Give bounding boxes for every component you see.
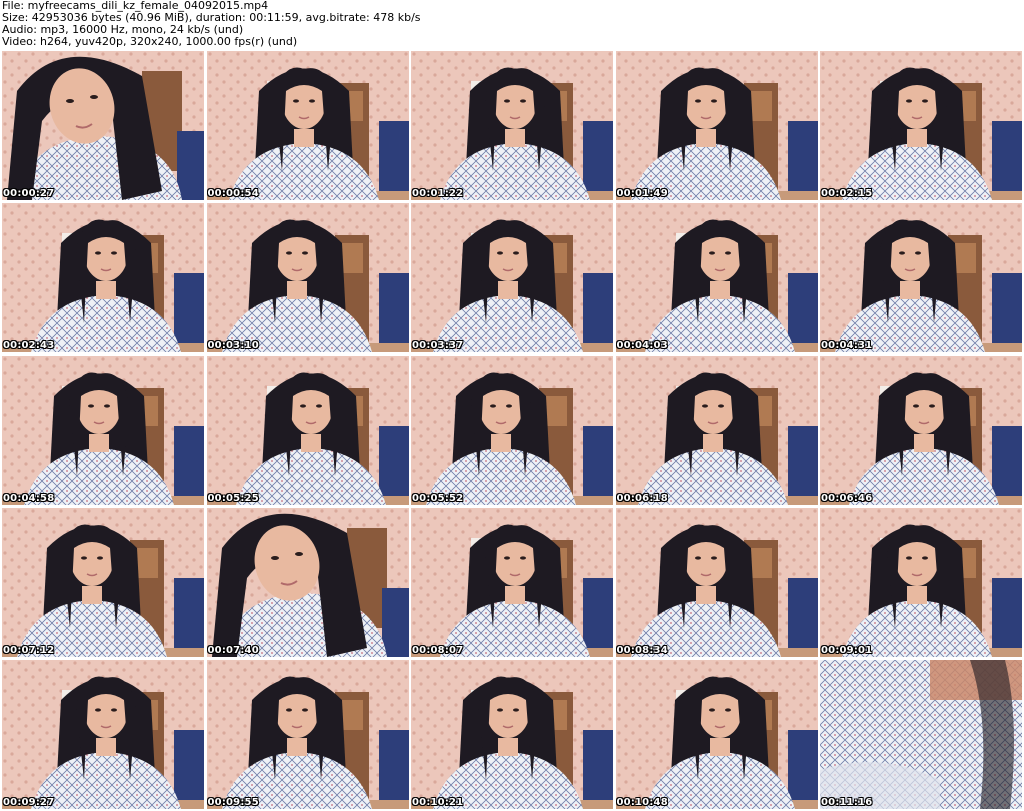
frame-timestamp: 00:10:48 [616,797,668,808]
frame-image [615,203,818,353]
frame-image [615,51,818,200]
frame-image [206,51,409,200]
frame-timestamp: 00:07:40 [207,644,259,656]
video-thumbnail: 00:09:55 [206,660,409,809]
video-thumbnail: 00:03:10 [206,203,409,353]
frame-image [206,507,409,657]
frame-image [206,660,409,809]
video-thumbnail: 00:07:12 [2,507,204,657]
video-thumbnail: 00:01:22 [411,51,613,200]
video-thumbnail: 00:09:01 [820,507,1022,657]
video-thumbnail: 00:05:25 [206,355,409,505]
video-thumbnail: 00:07:40 [206,507,409,657]
video-thumbnail: 00:06:46 [820,355,1022,505]
frame-timestamp: 00:07:12 [3,644,55,656]
frame-timestamp: 00:11:16 [821,797,873,808]
frame-timestamp: 00:03:10 [207,340,259,352]
video-thumbnail: 00:08:34 [615,507,818,657]
video-thumbnail: 00:00:54 [206,51,409,200]
video-thumbnail: 00:05:52 [411,355,613,505]
frame-timestamp: 00:04:31 [821,340,873,352]
video-thumbnail: 00:00:27 [2,51,204,200]
frame-timestamp: 00:02:15 [821,188,873,199]
frame-image [615,660,818,809]
frame-image [820,355,1022,505]
frame-timestamp: 00:03:37 [412,340,464,352]
frame-timestamp: 00:01:49 [616,188,668,199]
frame-timestamp: 00:08:07 [412,644,464,656]
frame-image [615,507,818,657]
frame-image [615,355,818,505]
frame-image [820,51,1022,200]
video-thumbnail: 00:04:03 [615,203,818,353]
frame-image [411,51,613,200]
frame-image [206,355,409,505]
frame-timestamp: 00:09:27 [3,797,55,808]
file-info-header: File: myfreecams_dili_kz_female_04092015… [2,0,1022,50]
thumbnail-grid: 00:00:27 00:00:54 00:01:22 00:01:49 00:02:15… [2,51,1022,809]
frame-image [2,660,204,809]
frame-timestamp: 00:05:52 [412,492,464,504]
video-thumbnail: 00:11:16 [820,660,1022,809]
video-thumbnail: 00:10:21 [411,660,613,809]
frame-timestamp: 00:09:01 [821,644,873,656]
video-thumbnail: 00:10:48 [615,660,818,809]
frame-image [2,203,204,353]
frame-timestamp: 00:06:18 [616,492,668,504]
video-thumbnail: 00:04:58 [2,355,204,505]
frame-timestamp: 00:04:58 [3,492,55,504]
frame-image [2,507,204,657]
frame-timestamp: 00:00:54 [207,188,259,199]
video-thumbnail: 00:02:15 [820,51,1022,200]
frame-image [2,51,204,200]
video-thumbnail: 00:04:31 [820,203,1022,353]
video-thumbnail: 00:09:27 [2,660,204,809]
video-thumbnail: 00:08:07 [411,507,613,657]
frame-timestamp: 00:10:21 [412,797,464,808]
frame-image [820,203,1022,353]
frame-timestamp: 00:02:43 [3,340,55,352]
frame-image [411,203,613,353]
frame-image [411,507,613,657]
frame-image [2,355,204,505]
video-thumbnail: 00:03:37 [411,203,613,353]
frame-timestamp: 00:05:25 [207,492,259,504]
frame-timestamp: 00:04:03 [616,340,668,352]
frame-image [411,355,613,505]
frame-timestamp: 00:01:22 [412,188,464,199]
frame-image [206,203,409,353]
video-info-line: Video: h264, yuv420p, 320x240, 1000.00 f… [2,35,298,48]
frame-timestamp: 00:09:55 [207,797,259,808]
video-thumbnail: 00:02:43 [2,203,204,353]
frame-image [411,660,613,809]
frame-timestamp: 00:06:46 [821,492,873,504]
video-thumbnail: 00:06:18 [615,355,818,505]
frame-image [820,660,1022,809]
frame-timestamp: 00:08:34 [616,644,668,656]
frame-image [820,507,1022,657]
frame-timestamp: 00:00:27 [3,188,55,199]
video-thumbnail: 00:01:49 [615,51,818,200]
